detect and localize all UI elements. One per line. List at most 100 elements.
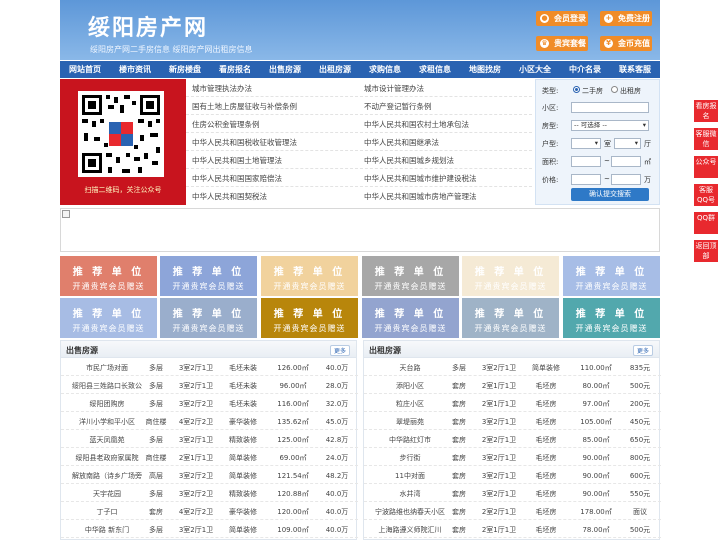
listing-location[interactable]: 解放南路（诗乡广场旁 [72, 471, 142, 481]
listing-location[interactable]: 中华路红灯市 [389, 435, 431, 445]
table-row[interactable]: 上海路遵义师院汇川 套房 2室1厅1卫 毛坯房 78.00㎡ 500元 [364, 520, 661, 538]
regulation-link[interactable]: 中华人民共和国契税法 [192, 191, 267, 202]
table-row[interactable]: 宁波路维也纳春天小区 套房 2室2厅1卫 毛坯房 178.00㎡ 面议 [364, 502, 661, 520]
regulation-link[interactable]: 城市管理执法办法 [192, 83, 252, 94]
listing-location[interactable]: 蓝天凤凰苑 [90, 435, 125, 445]
community-input[interactable] [571, 102, 649, 113]
table-row[interactable]: 添阳小区 套房 2室1厅1卫 毛坯房 80.00㎡ 500元 [364, 376, 661, 394]
regulation-link[interactable]: 住房公积金管理条例 [192, 119, 260, 130]
listing-location[interactable]: 添阳小区 [396, 381, 424, 391]
area-max-input[interactable] [611, 156, 641, 167]
site-logo[interactable]: 绥阳房产网 [88, 10, 208, 42]
table-row[interactable]: 天台路 多层 3室2厅1卫 简单装修 110.00㎡ 835元 [364, 358, 661, 376]
nav-news[interactable]: 楼市资讯 [110, 61, 160, 78]
table-row[interactable]: 绥阳县三姓路口长致公 多层 3室2厅1卫 毛坯未装 96.00㎡ 28.0万 [61, 376, 358, 394]
listing-location[interactable]: 中华路 新东门 [85, 525, 129, 535]
nav-agencies[interactable]: 中介名录 [560, 61, 610, 78]
nav-new-homes[interactable]: 新房楼盘 [160, 61, 210, 78]
regulation-link[interactable]: 中华人民共和国城乡规划法 [364, 155, 454, 166]
side-wechat[interactable]: 客服微信 [694, 128, 718, 150]
nav-want-to-buy[interactable]: 求购信息 [360, 61, 410, 78]
table-row[interactable]: 11中对面 套房 3室2厅1卫 毛坯房 90.00㎡ 600元 [364, 466, 661, 484]
room-select[interactable]: ▾ [571, 138, 601, 149]
listing-location[interactable]: 绥阳团购房 [90, 399, 125, 409]
side-qq[interactable]: 客服QQ号 [694, 184, 718, 206]
recommend-unit-slot[interactable]: 推 荐 单 位开通贵宾会员赠送 [362, 256, 459, 296]
more-button[interactable]: 更多 [632, 345, 653, 356]
listing-location[interactable]: 天宇花园 [93, 489, 121, 499]
radio-rental[interactable] [611, 86, 618, 93]
recharge-button[interactable]: ¥ 金币充值 [600, 36, 652, 51]
price-max-input[interactable] [611, 174, 641, 185]
recommend-unit-slot[interactable]: 推 荐 单 位开通贵宾会员赠送 [563, 256, 660, 296]
banner-ad[interactable] [60, 208, 660, 252]
regulation-link[interactable]: 中华人民共和国城市房地产管理法 [364, 191, 477, 202]
listing-location[interactable]: 上海路遵义师院汇川 [379, 525, 442, 535]
table-row[interactable]: 蓝天凤凰苑 多层 3室2厅1卫 精致装修 125.00㎡ 42.8万 [61, 430, 358, 448]
side-official-account[interactable]: 公众号 [694, 156, 718, 178]
listing-location[interactable]: 洋川小学和平小区 [79, 417, 135, 427]
recommend-unit-slot[interactable]: 推 荐 单 位开通贵宾会员赠送 [261, 298, 358, 338]
table-row[interactable]: 绥阳团购房 多层 3室2厅2卫 毛坯未装 116.00㎡ 32.0万 [61, 394, 358, 412]
table-row[interactable]: 步行街 套房 3室2厅1卫 毛坯房 90.00㎡ 800元 [364, 448, 661, 466]
login-button[interactable]: ● 会员登录 [536, 11, 588, 26]
recommend-unit-slot[interactable]: 推 荐 单 位开通贵宾会员赠送 [462, 256, 559, 296]
listing-location[interactable]: 绥阳县老政府家属院 [76, 453, 139, 463]
recommend-unit-slot[interactable]: 推 荐 单 位开通贵宾会员赠送 [563, 298, 660, 338]
regulation-link[interactable]: 国有土地上房屋征收与补偿条例 [192, 101, 297, 112]
hall-select[interactable]: ▾ [614, 138, 641, 149]
regulation-link[interactable]: 不动产登记暂行条例 [364, 101, 432, 112]
register-button[interactable]: + 免费注册 [600, 11, 652, 26]
nav-viewing-signup[interactable]: 看房报名 [210, 61, 260, 78]
listing-location[interactable]: 粒庄小区 [396, 399, 424, 409]
more-button[interactable]: 更多 [329, 345, 350, 356]
nav-map-search[interactable]: 地图找房 [460, 61, 510, 78]
nav-for-rent[interactable]: 出租房源 [310, 61, 360, 78]
area-min-input[interactable] [571, 156, 601, 167]
table-row[interactable]: 中华路红灯市 套房 2室2厅1卫 毛坯房 85.00㎡ 650元 [364, 430, 661, 448]
search-submit-button[interactable]: 确认提交搜索 [571, 188, 649, 201]
listing-location[interactable]: 11中对面 [395, 471, 425, 481]
listing-location[interactable]: 丁子口 [97, 507, 118, 517]
listing-location[interactable]: 宁波路维也纳春天小区 [375, 507, 445, 517]
recommend-unit-slot[interactable]: 推 荐 单 位开通贵宾会员赠送 [462, 298, 559, 338]
listing-location[interactable]: 水井湾 [400, 489, 421, 499]
recommend-unit-slot[interactable]: 推 荐 单 位开通贵宾会员赠送 [362, 298, 459, 338]
price-min-input[interactable] [571, 174, 601, 185]
recommend-unit-slot[interactable]: 推 荐 单 位开通贵宾会员赠送 [60, 298, 157, 338]
layout-select[interactable]: -- 可选择 -- ▾ [571, 120, 649, 131]
regulation-link[interactable]: 中华人民共和国税收征收管理法 [192, 137, 297, 148]
vip-package-button[interactable]: ♛ 贵宾套餐 [536, 36, 588, 51]
table-row[interactable]: 水井湾 套房 3室2厅1卫 毛坯房 90.00㎡ 550元 [364, 484, 661, 502]
regulation-link[interactable]: 中华人民共和国农村土地承包法 [364, 119, 469, 130]
radio-secondhand[interactable] [573, 86, 580, 93]
side-qq-group[interactable]: QQ群 [694, 212, 718, 234]
table-row[interactable]: 市民广场对面 多层 3室2厅1卫 毛坯未装 126.00㎡ 40.0万 [61, 358, 358, 376]
listing-location[interactable]: 翠堤丽苑 [396, 417, 424, 427]
nav-contact[interactable]: 联系客服 [610, 61, 660, 78]
table-row[interactable]: 天宇花园 多层 3室2厅2卫 精致装修 120.88㎡ 40.0万 [61, 484, 358, 502]
table-row[interactable]: 洋川小学和平小区 商住楼 4室2厅2卫 豪华装修 135.62㎡ 45.0万 [61, 412, 358, 430]
nav-for-sale[interactable]: 出售房源 [260, 61, 310, 78]
side-viewing-signup[interactable]: 看房报名 [694, 100, 718, 122]
listing-location[interactable]: 天台路 [400, 363, 421, 373]
nav-want-to-rent[interactable]: 求租信息 [410, 61, 460, 78]
regulation-link[interactable]: 城市设计管理办法 [364, 83, 424, 94]
table-row[interactable]: 绥阳县老政府家属院 商住楼 2室1厅1卫 简单装修 69.00㎡ 24.0万 [61, 448, 358, 466]
listing-location[interactable]: 步行街 [400, 453, 421, 463]
table-row[interactable]: 中华路 新东门 多层 3室2厅1卫 简单装修 109.00㎡ 40.0万 [61, 520, 358, 538]
regulation-link[interactable]: 中华人民共和国土地管理法 [192, 155, 282, 166]
listing-location[interactable]: 市民广场对面 [86, 363, 128, 373]
listing-location[interactable]: 绥阳县三姓路口长致公 [72, 381, 142, 391]
table-row[interactable]: 粒庄小区 套房 2室1厅1卫 毛坯房 97.00㎡ 200元 [364, 394, 661, 412]
table-row[interactable]: 解放南路（诗乡广场旁 高层 3室2厅2卫 简单装修 121.54㎡ 48.2万 [61, 466, 358, 484]
recommend-unit-slot[interactable]: 推 荐 单 位开通贵宾会员赠送 [60, 256, 157, 296]
nav-home[interactable]: 网站首页 [60, 61, 110, 78]
recommend-unit-slot[interactable]: 推 荐 单 位开通贵宾会员赠送 [160, 256, 257, 296]
side-back-to-top[interactable]: 返回顶部 [694, 240, 718, 262]
regulation-link[interactable]: 中华人民共和国继承法 [364, 137, 439, 148]
recommend-unit-slot[interactable]: 推 荐 单 位开通贵宾会员赠送 [160, 298, 257, 338]
table-row[interactable]: 翠堤丽苑 套房 3室2厅1卫 毛坯房 105.00㎡ 450元 [364, 412, 661, 430]
regulation-link[interactable]: 中华人民共和国国家赔偿法 [192, 173, 282, 184]
table-row[interactable]: 丁子口 套房 4室2厅2卫 豪华装修 120.00㎡ 40.0万 [61, 502, 358, 520]
